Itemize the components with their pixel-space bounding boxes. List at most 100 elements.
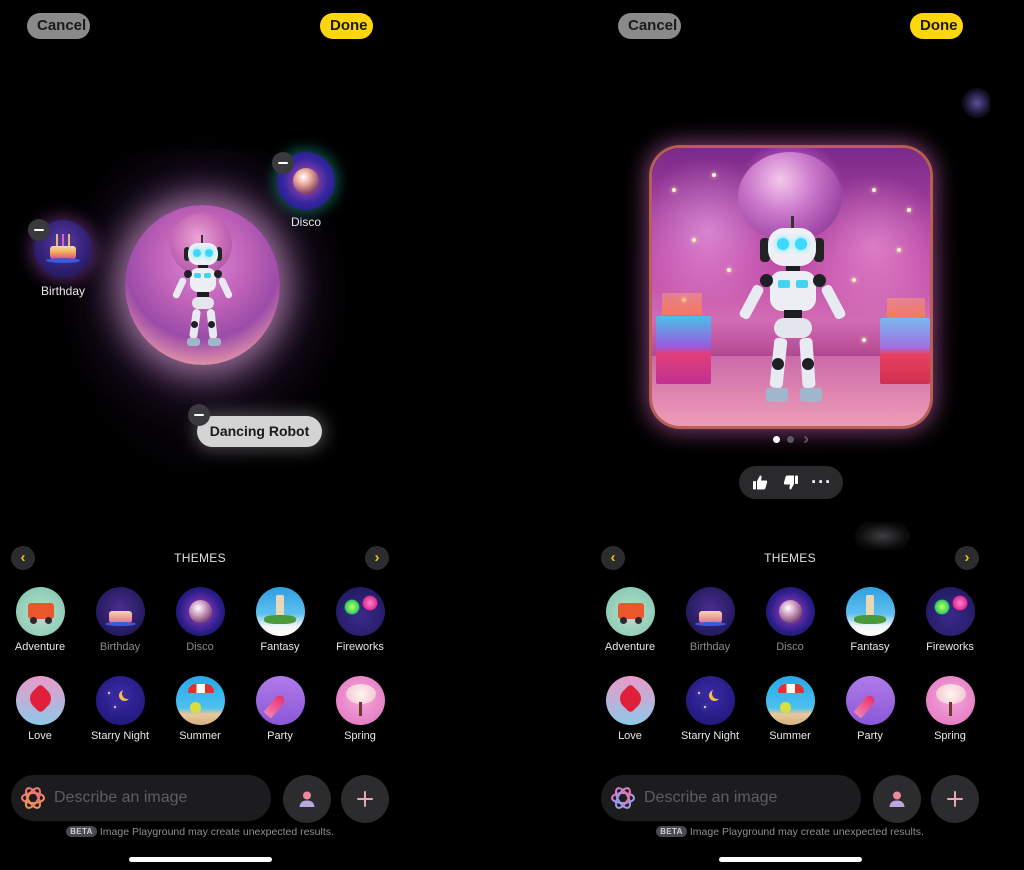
jeep-icon	[605, 587, 655, 636]
theme-summer[interactable]: Summer	[750, 676, 830, 742]
moon-stars-icon	[685, 676, 735, 725]
theme-label: Starry Night	[680, 730, 740, 742]
theme-summer[interactable]: Summer	[160, 676, 240, 742]
theme-party[interactable]: Party	[830, 676, 910, 742]
plus-button[interactable]	[341, 775, 389, 823]
done-button[interactable]: Done	[320, 13, 373, 39]
thumbs-down-icon	[784, 475, 799, 490]
describe-image-input[interactable]	[601, 775, 861, 821]
themes-header: ‹ THEMES ›	[0, 544, 400, 572]
chevron-right-icon[interactable]: ›	[365, 546, 389, 570]
remove-disco-button[interactable]	[272, 152, 294, 174]
castle-island-icon	[255, 587, 305, 636]
theme-label: Spring	[934, 730, 966, 742]
theme-love[interactable]: Love	[0, 676, 80, 742]
disclaimer-text: Image Playground may create unexpected r…	[689, 826, 924, 838]
theme-spring[interactable]: Spring	[320, 676, 400, 742]
thumbs-down-button[interactable]	[777, 469, 805, 497]
result-screen: Cancel Done ··· ‹ THEMES › Adventure Bir…	[590, 0, 990, 870]
home-indicator[interactable]	[719, 857, 862, 862]
theme-fantasy[interactable]: Fantasy	[830, 587, 910, 653]
themes-title: THEMES	[764, 551, 816, 565]
themes-header: ‹ THEMES ›	[590, 544, 990, 572]
jeep-icon	[15, 587, 65, 636]
beach-umbrella-icon	[765, 676, 815, 725]
page-dot-1[interactable]	[773, 436, 780, 443]
plus-button[interactable]	[931, 775, 979, 823]
done-button[interactable]: Done	[910, 13, 963, 39]
theme-birthday[interactable]: Birthday	[80, 587, 160, 653]
theme-adventure[interactable]: Adventure	[590, 587, 670, 653]
theme-fantasy[interactable]: Fantasy	[240, 587, 320, 653]
theme-adventure[interactable]: Adventure	[0, 587, 80, 653]
theme-label: Fantasy	[850, 641, 890, 653]
beta-badge: BETA	[66, 826, 97, 837]
concept-label-disco: Disco	[290, 215, 321, 229]
disco-ball-icon	[293, 168, 319, 194]
cake-icon	[95, 587, 145, 636]
concept-label-birthday: Birthday	[40, 284, 86, 298]
heart-icon	[15, 676, 65, 725]
theme-spring[interactable]: Spring	[910, 676, 990, 742]
theme-label: Fireworks	[336, 641, 384, 653]
disclaimer-row: BETA Image Playground may create unexpect…	[0, 826, 400, 838]
theme-disco[interactable]: Disco	[160, 587, 240, 653]
prompt-chip[interactable]: Dancing Robot	[197, 416, 322, 447]
theme-label: Adventure	[604, 641, 656, 653]
person-icon	[889, 791, 905, 807]
person-icon	[299, 791, 315, 807]
disco-ball-icon	[765, 587, 815, 636]
theme-disco[interactable]: Disco	[750, 587, 830, 653]
moon-stars-icon	[95, 676, 145, 725]
theme-label: Love	[28, 730, 52, 742]
theme-starry-night[interactable]: Starry Night	[670, 676, 750, 742]
theme-label: Fantasy	[260, 641, 300, 653]
blossom-tree-icon	[925, 676, 975, 725]
remove-prompt-button[interactable]	[188, 404, 210, 426]
theme-fireworks[interactable]: Fireworks	[320, 587, 400, 653]
beta-badge: BETA	[656, 826, 687, 837]
theme-label: Starry Night	[90, 730, 150, 742]
describe-image-input[interactable]	[11, 775, 271, 821]
thumbs-up-button[interactable]	[746, 469, 774, 497]
cancel-button[interactable]: Cancel	[618, 13, 681, 39]
cake-icon	[685, 587, 735, 636]
person-button[interactable]	[873, 775, 921, 823]
input-row	[0, 775, 400, 823]
theme-label: Birthday	[689, 641, 731, 653]
ambient-orb	[962, 88, 990, 118]
theme-fireworks[interactable]: Fireworks	[910, 587, 990, 653]
gift-box	[656, 316, 711, 384]
home-indicator[interactable]	[129, 857, 272, 862]
heart-icon	[605, 676, 655, 725]
page-indicator[interactable]	[773, 434, 810, 445]
disclaimer-row: BETA Image Playground may create unexpect…	[590, 826, 990, 838]
theme-label: Birthday	[99, 641, 141, 653]
themes-title: THEMES	[174, 551, 226, 565]
beach-umbrella-icon	[175, 676, 225, 725]
theme-label: Summer	[769, 730, 811, 742]
fireworks-icon	[335, 587, 385, 636]
cancel-button[interactable]: Cancel	[27, 13, 90, 39]
theme-label: Love	[618, 730, 642, 742]
feedback-bar: ···	[739, 466, 843, 499]
chevron-right-icon[interactable]: ›	[955, 546, 979, 570]
remove-birthday-button[interactable]	[28, 219, 50, 241]
more-options-button[interactable]: ···	[808, 469, 836, 497]
theme-label: Party	[267, 730, 293, 742]
confetti-cone-icon	[255, 676, 305, 725]
preview-bubble[interactable]	[125, 205, 280, 365]
theme-label: Disco	[776, 641, 804, 653]
theme-starry-night[interactable]: Starry Night	[80, 676, 160, 742]
generated-image[interactable]	[652, 148, 930, 426]
theme-love[interactable]: Love	[590, 676, 670, 742]
theme-party[interactable]: Party	[240, 676, 320, 742]
theme-birthday[interactable]: Birthday	[670, 587, 750, 653]
page-dot-2[interactable]	[787, 436, 794, 443]
theme-label: Disco	[186, 641, 214, 653]
castle-island-icon	[845, 587, 895, 636]
theme-label: Fireworks	[926, 641, 974, 653]
plus-icon	[947, 791, 963, 807]
robot-figure	[722, 216, 862, 416]
person-button[interactable]	[283, 775, 331, 823]
